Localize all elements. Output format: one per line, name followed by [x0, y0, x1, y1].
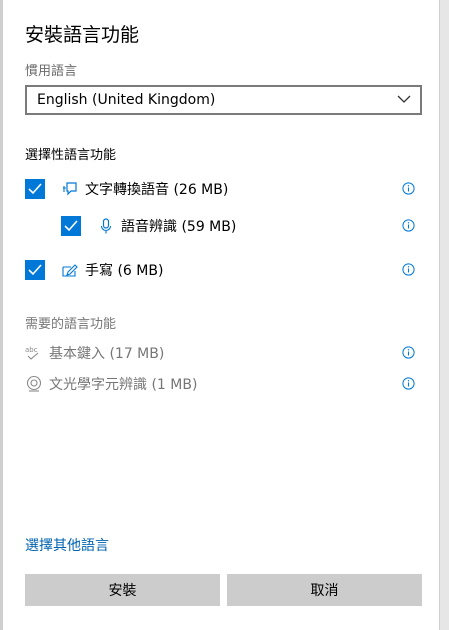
svg-text:abc: abc [25, 346, 38, 354]
language-select[interactable]: English (United Kingdom) [25, 85, 422, 115]
install-button[interactable]: 安裝 [25, 574, 220, 606]
feature-row-handwriting: 手寫 (6 MB) [25, 258, 163, 282]
handwriting-info-icon[interactable] [402, 263, 415, 276]
feature-row-basic-typing: abc 基本鍵入 (17 MB) [25, 341, 164, 365]
ocr-info-icon[interactable] [402, 377, 415, 390]
basic-typing-label: 基本鍵入 (17 MB) [49, 346, 165, 362]
language-select-value: English (United Kingdom) [37, 92, 216, 108]
feature-row-speech-recognition: 語音辨識 (59 MB) [61, 214, 236, 238]
handwriting-checkbox[interactable] [25, 260, 45, 280]
ocr-icon [25, 375, 43, 393]
text-to-speech-icon [61, 180, 79, 198]
choose-other-language-link[interactable]: 選擇其他語言 [25, 535, 109, 555]
speech-recognition-info-icon[interactable] [402, 219, 415, 232]
install-language-features-dialog: 安裝語言功能 慣用語言 English (United Kingdom) 選擇性… [0, 0, 440, 630]
feature-row-ocr: 文光學字元辨識 (1 MB) [25, 372, 197, 396]
cancel-button[interactable]: 取消 [227, 574, 422, 606]
text-to-speech-info-icon[interactable] [402, 182, 415, 195]
speech-recognition-checkbox[interactable] [61, 216, 81, 236]
checkmark-icon [28, 183, 42, 195]
dialog-left-edge [0, 0, 3, 630]
chevron-down-icon [397, 95, 411, 103]
feature-row-text-to-speech: 文字轉換語音 (26 MB) [25, 177, 228, 201]
required-features-heading: 需要的語言功能 [25, 317, 117, 332]
basic-typing-info-icon[interactable] [402, 346, 415, 359]
checkmark-icon [28, 264, 42, 276]
speech-recognition-label: 語音辨識 (59 MB) [121, 219, 237, 235]
checkmark-icon [64, 220, 78, 232]
microphone-icon [97, 217, 115, 235]
optional-features-heading: 選擇性語言功能 [25, 148, 117, 163]
spellcheck-icon: abc [25, 344, 43, 362]
text-to-speech-label: 文字轉換語音 (26 MB) [85, 182, 229, 198]
preferred-language-label: 慣用語言 [25, 64, 78, 79]
handwriting-label: 手寫 (6 MB) [85, 263, 164, 279]
handwriting-icon [61, 261, 79, 279]
dialog-title: 安裝語言功能 [25, 24, 140, 46]
text-to-speech-checkbox[interactable] [25, 179, 45, 199]
ocr-label: 文光學字元辨識 (1 MB) [49, 377, 198, 393]
